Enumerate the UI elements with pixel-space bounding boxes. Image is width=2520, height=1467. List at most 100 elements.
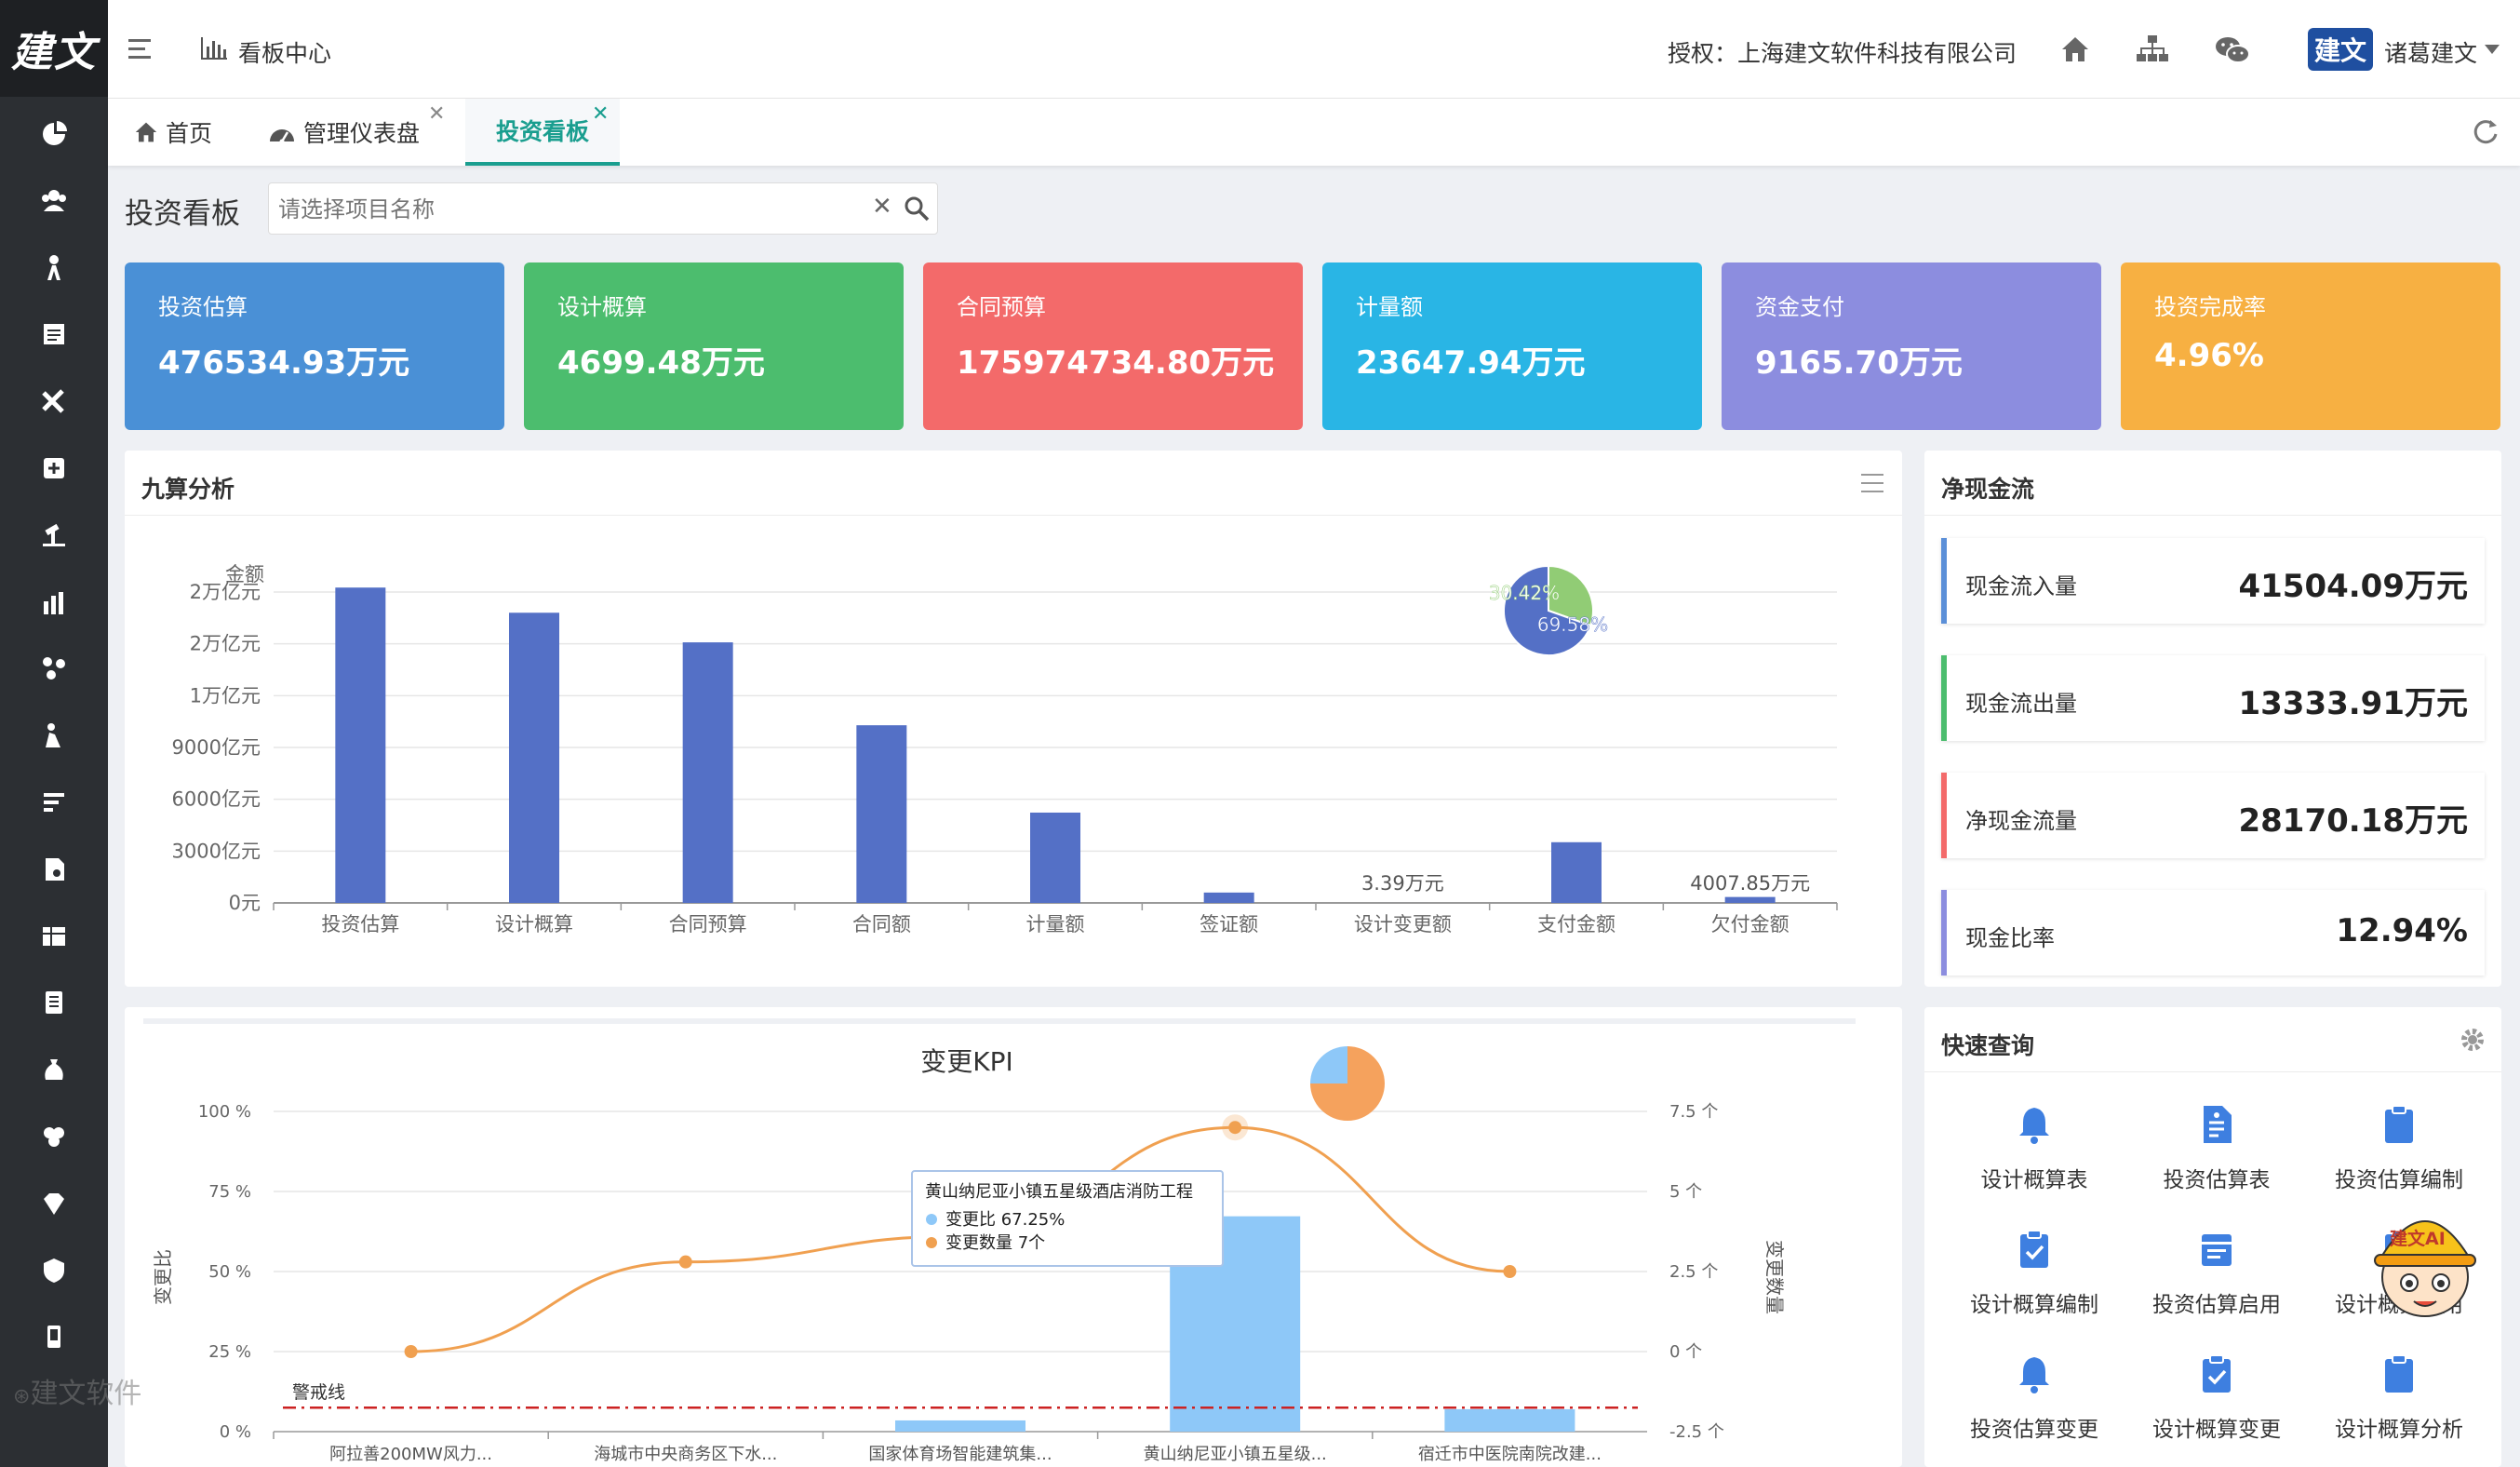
tab-label: 管理仪表盘 bbox=[303, 120, 421, 147]
brand-logo[interactable]: 建文 bbox=[0, 0, 108, 97]
table-icon[interactable] bbox=[35, 918, 73, 955]
settings-gear-icon[interactable] bbox=[2460, 1028, 2485, 1052]
shield-icon-glyph bbox=[44, 1258, 64, 1283]
user-avatar[interactable]: 建文 bbox=[2308, 28, 2373, 71]
pie-chart-icon[interactable] bbox=[35, 115, 73, 153]
bar[interactable] bbox=[335, 587, 386, 903]
building-chart-icon[interactable] bbox=[35, 584, 73, 621]
line-point[interactable] bbox=[404, 1345, 418, 1358]
stat-card: 投资估算 476534.93万元 bbox=[125, 262, 504, 430]
y-tick-label: 100 % bbox=[198, 1102, 251, 1122]
y-tick-label: 0元 bbox=[229, 892, 261, 914]
file-icon-glyph bbox=[46, 857, 64, 881]
x-tick-label: 阿拉善200MW风力... bbox=[329, 1445, 492, 1464]
tab-home[interactable]: 首页 bbox=[134, 99, 212, 166]
coins-icon[interactable] bbox=[35, 1118, 73, 1155]
quick-query-item[interactable]: 投资估算启用 bbox=[2124, 1229, 2310, 1318]
home-icon[interactable] bbox=[2060, 35, 2090, 63]
quick-query-item[interactable]: 投资估算变更 bbox=[1941, 1353, 2127, 1443]
tooltip-row: 变更比 67.25% bbox=[945, 1210, 1065, 1230]
stat-card: 合同预算 175974734.80万元 bbox=[923, 262, 1303, 430]
quick-query-label: 设计概算编制 bbox=[1970, 1293, 2098, 1317]
team-icon[interactable] bbox=[35, 182, 73, 220]
clear-icon[interactable]: ✕ bbox=[872, 193, 892, 221]
person-icon[interactable] bbox=[35, 249, 73, 287]
nine-calc-panel: 九算分析 金额 0元 3000亿元 6000亿元 9000亿元 1万亿元 2万亿元 2万亿元投… bbox=[125, 451, 1902, 987]
line-point[interactable] bbox=[678, 1255, 692, 1269]
close-tab-icon[interactable]: ✕ bbox=[592, 102, 609, 126]
stat-card-label: 投资估算 bbox=[158, 294, 248, 320]
bar[interactable] bbox=[1030, 812, 1080, 903]
quick-query-item[interactable]: 投资估算表 bbox=[2124, 1104, 2310, 1193]
stat-card-label: 设计概算 bbox=[557, 294, 647, 320]
line-point[interactable] bbox=[1228, 1121, 1242, 1135]
wechat-icon[interactable] bbox=[2215, 35, 2250, 65]
tooltip-title: 黄山纳尼亚小镇五星级酒店消防工程 bbox=[925, 1182, 1193, 1202]
chart-title: 变更KPI bbox=[920, 1046, 1013, 1077]
close-tab-icon[interactable]: ✕ bbox=[428, 102, 445, 126]
bar[interactable] bbox=[856, 725, 907, 903]
pie-slice[interactable] bbox=[1310, 1046, 1347, 1083]
document-icon[interactable] bbox=[35, 316, 73, 353]
line-point[interactable] bbox=[1503, 1265, 1517, 1278]
table-icon-glyph bbox=[43, 926, 65, 946]
diamond-icon[interactable] bbox=[35, 1185, 73, 1222]
quick-query-item[interactable]: 设计概算分析 bbox=[2306, 1353, 2492, 1443]
flow-icon[interactable] bbox=[35, 650, 73, 687]
quick-query-item[interactable]: 设计概算变更 bbox=[2124, 1353, 2310, 1443]
refresh-icon[interactable] bbox=[2472, 117, 2500, 145]
kpi-bar[interactable] bbox=[1444, 1408, 1575, 1432]
bar[interactable] bbox=[509, 612, 559, 903]
user-name[interactable]: 诸葛建文 bbox=[2384, 35, 2477, 69]
shield-icon[interactable] bbox=[35, 1252, 73, 1289]
panel-title: 净现金流 bbox=[1941, 476, 2035, 503]
panel-menu-icon[interactable] bbox=[1861, 473, 1883, 493]
kpi-panel: 变更KPI 0 % -2.5 个 25 % 0 个 50 % 2.5 个 75 % 5 个 100… bbox=[125, 1007, 1902, 1467]
tools-icon[interactable] bbox=[35, 383, 73, 420]
change-kpi-chart: 变更KPI 0 % -2.5 个 25 % 0 个 50 % 2.5 个 75 % 5 个 100… bbox=[152, 1046, 1786, 1464]
bar[interactable] bbox=[682, 642, 733, 903]
x-tick-label: 签证额 bbox=[1200, 913, 1258, 935]
kpi-bar[interactable] bbox=[895, 1420, 1025, 1432]
list-icon[interactable] bbox=[35, 784, 73, 821]
cashflow-value: 28170.18万元 bbox=[2238, 802, 2468, 840]
quick-query-label: 投资估算启用 bbox=[2152, 1293, 2281, 1317]
watermark-text: 建文软件 bbox=[30, 1378, 142, 1410]
ai-assistant-mascot[interactable]: 建文AI bbox=[2367, 1193, 2483, 1324]
worker-icon[interactable] bbox=[35, 717, 73, 754]
money-bag-icon-glyph bbox=[45, 1059, 63, 1081]
menu-title[interactable]: 看板中心 bbox=[238, 35, 331, 69]
quick-query-item[interactable]: 设计概算表 bbox=[1941, 1104, 2127, 1193]
money-bag-icon[interactable] bbox=[35, 1051, 73, 1088]
mobile-icon[interactable] bbox=[35, 1318, 73, 1355]
pie-slice-label: 30.42% bbox=[1489, 582, 1560, 604]
quick-query-item[interactable]: 设计概算编制 bbox=[1941, 1229, 2127, 1318]
search-icon[interactable] bbox=[904, 195, 930, 222]
clipboard-check-icon bbox=[2203, 1354, 2231, 1393]
org-chart-icon[interactable] bbox=[2137, 35, 2168, 63]
cashflow-value: 12.94% bbox=[2336, 912, 2468, 949]
cashflow-accent-bar bbox=[1941, 538, 1947, 624]
tab-dashboard[interactable]: 管理仪表盘 bbox=[268, 99, 420, 166]
ledger-icon[interactable] bbox=[35, 984, 73, 1021]
caret-down-icon[interactable] bbox=[2485, 45, 2500, 54]
pie-slice-label: 69.58% bbox=[1537, 613, 1608, 636]
plus-square-icon[interactable] bbox=[35, 450, 73, 487]
file-icon[interactable] bbox=[35, 851, 73, 888]
cashflow-value: 41504.09万元 bbox=[2238, 568, 2468, 605]
stat-card-value: 175974734.80万元 bbox=[957, 344, 1275, 382]
menu-toggle-icon[interactable] bbox=[128, 37, 154, 61]
bar[interactable] bbox=[1203, 892, 1254, 903]
panel-title: 快速查询 bbox=[1941, 1032, 2035, 1059]
quick-query-item[interactable]: 投资估算编制 bbox=[2306, 1104, 2492, 1193]
bar[interactable] bbox=[1551, 841, 1602, 903]
bar[interactable] bbox=[1724, 896, 1776, 903]
y2-tick-label: 7.5 个 bbox=[1669, 1102, 1718, 1122]
project-search: ✕ bbox=[268, 182, 938, 235]
project-search-input[interactable] bbox=[278, 191, 837, 228]
license-text: 授权：上海建文软件科技有限公司 bbox=[1668, 40, 2017, 67]
gavel-icon[interactable] bbox=[35, 517, 73, 554]
stat-card-value: 4699.48万元 bbox=[557, 344, 765, 382]
calendar-icon bbox=[2202, 1234, 2232, 1266]
y2-tick-label: -2.5 个 bbox=[1669, 1422, 1724, 1442]
